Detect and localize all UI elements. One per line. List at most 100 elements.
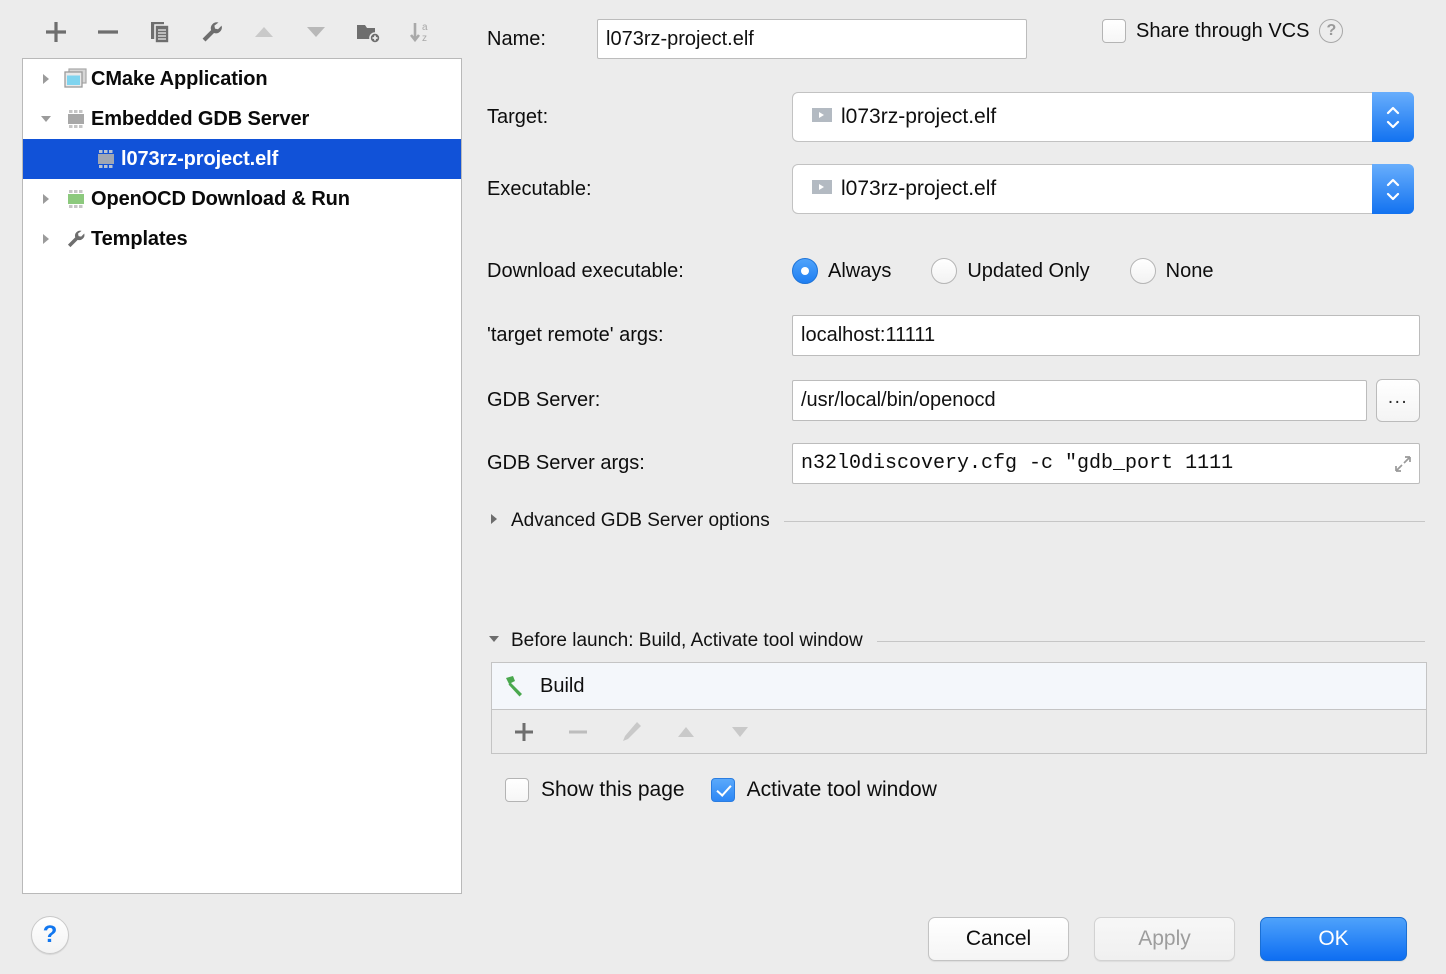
expand-editor-icon[interactable] xyxy=(1393,454,1413,479)
launch-options-row: Show this page Activate tool window xyxy=(505,778,963,802)
wrench-icon[interactable] xyxy=(186,10,238,54)
advanced-gdb-server-options-section[interactable]: Advanced GDB Server options xyxy=(487,510,1427,532)
executable-combobox[interactable]: l073rz-project.elf xyxy=(792,164,1414,214)
tree-item-cmake-application[interactable]: CMake Application xyxy=(23,59,461,99)
show-this-page-label: Show this page xyxy=(541,778,685,802)
remove-task-button[interactable] xyxy=(554,712,602,752)
ok-button[interactable]: OK xyxy=(1260,917,1407,961)
dialog-footer: ? Cancel Apply OK xyxy=(0,900,1446,974)
triangle-up-icon[interactable] xyxy=(238,10,290,54)
chevron-down-icon[interactable] xyxy=(31,112,61,126)
executable-row: Executable: l073rz-project.elf xyxy=(487,164,1427,214)
configurations-panel: a z CMake Application xyxy=(22,8,462,894)
chip-grey-icon xyxy=(91,148,121,170)
target-row: Target: l073rz-project.elf xyxy=(487,92,1427,142)
sort-az-icon[interactable]: a z xyxy=(394,10,446,54)
target-combobox[interactable]: l073rz-project.elf xyxy=(792,92,1414,142)
before-launch-section[interactable]: Before launch: Build, Activate tool wind… xyxy=(487,630,1427,652)
configuration-form: Name: Share through VCS ? Target: l073rz… xyxy=(487,0,1427,894)
cancel-button[interactable]: Cancel xyxy=(928,917,1069,961)
apply-button[interactable]: Apply xyxy=(1094,917,1235,961)
gdb-server-label: GDB Server: xyxy=(487,389,792,412)
radio-none-indicator[interactable] xyxy=(1130,258,1156,284)
remove-button[interactable] xyxy=(82,10,134,54)
copy-icon[interactable] xyxy=(134,10,186,54)
radio-always[interactable]: Always xyxy=(792,258,891,284)
gdb-server-input[interactable] xyxy=(792,380,1367,421)
wrench-icon xyxy=(61,227,91,251)
chevron-right-icon[interactable] xyxy=(31,192,61,206)
target-value: l073rz-project.elf xyxy=(841,105,996,129)
advanced-gdb-server-options-label: Advanced GDB Server options xyxy=(511,510,770,532)
gdb-server-args-value: n32l0discovery.cfg -c "gdb_port 1111 xyxy=(793,452,1233,475)
tree-item-l073rz-project-elf[interactable]: l073rz-project.elf xyxy=(23,139,461,179)
tree-toolbar: a z xyxy=(22,8,462,56)
show-this-page-checkbox-row[interactable]: Show this page xyxy=(505,778,685,802)
tree-item-label: CMake Application xyxy=(91,68,267,91)
task-move-up-button[interactable] xyxy=(662,712,710,752)
gdb-server-row: GDB Server: ... xyxy=(487,379,1427,422)
executable-label: Executable: xyxy=(487,178,792,201)
svg-text:a: a xyxy=(422,22,428,33)
radio-updated-only-label: Updated Only xyxy=(967,260,1089,283)
name-input[interactable] xyxy=(597,19,1027,59)
target-dropdown-stepper[interactable] xyxy=(1372,92,1414,142)
chevron-right-icon[interactable] xyxy=(31,232,61,246)
before-launch-toolbar xyxy=(491,710,1427,754)
add-button[interactable] xyxy=(30,10,82,54)
help-button[interactable]: ? xyxy=(31,916,69,954)
svg-text:z: z xyxy=(422,33,427,44)
tree-item-openocd-download-run[interactable]: OpenOCD Download & Run xyxy=(23,179,461,219)
tree-item-label: Embedded GDB Server xyxy=(91,108,309,131)
hammer-green-icon xyxy=(502,673,528,699)
radio-none[interactable]: None xyxy=(1130,258,1214,284)
name-label: Name: xyxy=(487,28,592,51)
tree-item-label: Templates xyxy=(91,228,188,251)
tree-item-templates[interactable]: Templates xyxy=(23,219,461,259)
gdb-server-args-input[interactable]: n32l0discovery.cfg -c "gdb_port 1111 xyxy=(792,443,1420,484)
radio-always-label: Always xyxy=(828,260,891,283)
browse-button[interactable]: ... xyxy=(1376,379,1420,422)
gdb-server-args-label: GDB Server args: xyxy=(487,452,792,475)
executable-dropdown-stepper[interactable] xyxy=(1372,164,1414,214)
target-label: Target: xyxy=(487,106,792,129)
chevron-down-icon[interactable] xyxy=(487,632,501,651)
radio-always-indicator[interactable] xyxy=(792,258,818,284)
chevron-right-icon[interactable] xyxy=(487,512,501,531)
share-vcs-label: Share through VCS xyxy=(1136,20,1309,43)
cmake-window-icon xyxy=(61,68,91,90)
triangle-down-icon[interactable] xyxy=(290,10,342,54)
tree-item-label: OpenOCD Download & Run xyxy=(91,188,350,211)
tree-item-embedded-gdb-server[interactable]: Embedded GDB Server xyxy=(23,99,461,139)
chip-green-icon xyxy=(61,188,91,210)
pencil-icon[interactable] xyxy=(608,712,656,752)
executable-icon xyxy=(811,176,833,203)
activate-tool-window-label: Activate tool window xyxy=(747,778,937,802)
share-vcs-checkbox[interactable] xyxy=(1102,19,1126,43)
folder-add-icon[interactable] xyxy=(342,10,394,54)
activate-tool-window-checkbox-row[interactable]: Activate tool window xyxy=(711,778,937,802)
show-this-page-checkbox[interactable] xyxy=(505,778,529,802)
share-through-vcs-row: Share through VCS ? xyxy=(1102,19,1343,43)
target-remote-args-input[interactable] xyxy=(792,315,1420,356)
tree-item-label: l073rz-project.elf xyxy=(121,148,278,171)
target-remote-args-row: 'target remote' args: xyxy=(487,315,1427,356)
radio-updated-only[interactable]: Updated Only xyxy=(931,258,1089,284)
chip-grey-icon xyxy=(61,108,91,130)
section-divider xyxy=(784,521,1425,522)
before-launch-task-list[interactable]: Build xyxy=(491,662,1427,710)
configurations-tree[interactable]: CMake Application Embedded GDB S xyxy=(22,58,462,894)
radio-updated-only-indicator[interactable] xyxy=(931,258,957,284)
target-remote-args-label: 'target remote' args: xyxy=(487,324,792,347)
executable-icon xyxy=(811,104,833,131)
gdb-server-args-row: GDB Server args: n32l0discovery.cfg -c "… xyxy=(487,443,1427,484)
run-debug-configurations-dialog: a z CMake Application xyxy=(0,0,1446,974)
task-move-down-button[interactable] xyxy=(716,712,764,752)
executable-value: l073rz-project.elf xyxy=(841,177,996,201)
activate-tool-window-checkbox[interactable] xyxy=(711,778,735,802)
chevron-right-icon[interactable] xyxy=(31,72,61,86)
before-launch-label: Before launch: Build, Activate tool wind… xyxy=(511,630,863,652)
help-icon[interactable]: ? xyxy=(1319,19,1343,43)
before-launch-task-label: Build xyxy=(540,675,584,698)
add-task-button[interactable] xyxy=(500,712,548,752)
